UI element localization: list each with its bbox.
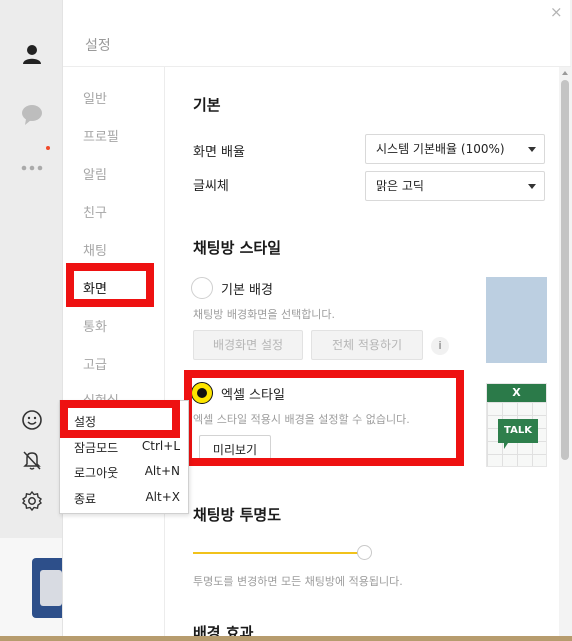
emoticon-icon[interactable] xyxy=(18,406,46,434)
zoom-label: 화면 배율 xyxy=(193,145,245,160)
sidebar-item-friends[interactable]: 친구 xyxy=(83,202,107,221)
scrollbar-thumb[interactable] xyxy=(561,80,569,460)
excel-style-preview: X TALK xyxy=(486,383,547,467)
app-root: 설정 × 일반 프로필 알림 친구 채팅 화면 통화 고급 실험실 기본 화면 … xyxy=(0,0,572,641)
transparency-desc: 투명도를 변경하면 모든 채팅방에 적용됩니다. xyxy=(193,575,403,588)
menu-item-lock-shortcut: Ctrl+L xyxy=(141,439,180,453)
section-bg-effect-title: 배경 효과 xyxy=(193,624,254,636)
font-select[interactable]: 맑은 고딕 xyxy=(365,171,545,201)
chevron-down-icon xyxy=(528,184,536,189)
settings-window: 설정 × 일반 프로필 알림 친구 채팅 화면 통화 고급 실험실 기본 화면 … xyxy=(62,0,571,636)
sidebar-item-call[interactable]: 통화 xyxy=(83,316,107,335)
more-icon[interactable] xyxy=(18,154,46,182)
chat-icon[interactable] xyxy=(18,100,46,128)
annotation-box-settings-menu xyxy=(60,400,180,438)
sidebar-item-general[interactable]: 일반 xyxy=(83,88,107,107)
zoom-select[interactable]: 시스템 기본배율 (100%) xyxy=(365,134,545,164)
menu-item-logout-shortcut: Alt+N xyxy=(144,464,180,478)
transparency-slider-track[interactable] xyxy=(193,552,365,554)
menu-item-logout[interactable]: 로그아웃 Alt+N xyxy=(74,464,180,481)
section-transparency-title: 채팅방 투명도 xyxy=(193,506,282,524)
gear-icon[interactable] xyxy=(18,487,46,515)
taskbar-strip xyxy=(0,636,572,641)
section-basic-title: 기본 xyxy=(193,96,221,114)
menu-item-exit-shortcut: Alt+X xyxy=(145,490,180,504)
zoom-select-value: 시스템 기본배율 (100%) xyxy=(376,142,505,156)
annotation-box-excel-style xyxy=(184,370,464,466)
font-select-value: 맑은 고딕 xyxy=(376,179,424,193)
sidebar-item-chat[interactable]: 채팅 xyxy=(83,240,107,259)
font-label: 글씨체 xyxy=(193,179,229,194)
apply-all-button[interactable]: 전체 적용하기 xyxy=(311,330,423,360)
sidebar-item-notification[interactable]: 알림 xyxy=(83,164,107,183)
notification-dot-icon xyxy=(46,146,50,150)
alarm-off-icon[interactable] xyxy=(18,446,46,474)
app-rail xyxy=(0,0,62,641)
sidebar-item-profile[interactable]: 프로필 xyxy=(83,126,119,145)
scroll-up-icon[interactable] xyxy=(562,71,568,75)
excel-badge: X xyxy=(487,384,546,402)
talk-badge: TALK xyxy=(498,419,538,449)
settings-content: 기본 화면 배율 시스템 기본배율 (100%) 글씨체 맑은 고딕 채팅방 스… xyxy=(165,67,559,636)
settings-sidebar: 일반 프로필 알림 친구 채팅 화면 통화 고급 실험실 xyxy=(63,67,165,636)
transparency-slider-knob[interactable] xyxy=(357,545,372,560)
annotation-box-display xyxy=(66,263,154,307)
default-bg-label: 기본 배경 xyxy=(221,283,273,298)
default-bg-radio[interactable] xyxy=(191,277,213,299)
set-bg-button[interactable]: 배경화면 설정 xyxy=(193,330,303,360)
default-bg-preview xyxy=(486,277,547,363)
menu-item-lock[interactable]: 잠금모드 Ctrl+L xyxy=(74,439,180,456)
menu-item-lock-label: 잠금모드 xyxy=(74,441,119,455)
profile-thumbnail[interactable] xyxy=(32,558,62,618)
info-icon[interactable]: i xyxy=(431,337,449,355)
chevron-down-icon xyxy=(528,147,536,152)
sidebar-item-advanced[interactable]: 고급 xyxy=(83,354,107,373)
menu-item-exit-label: 종료 xyxy=(74,492,97,506)
window-title: 설정 xyxy=(85,38,111,54)
menu-item-exit[interactable]: 종료 Alt+X xyxy=(74,490,180,507)
close-icon[interactable]: × xyxy=(550,4,563,20)
menu-item-logout-label: 로그아웃 xyxy=(74,466,119,480)
friends-icon[interactable] xyxy=(18,40,46,68)
section-chat-style-title: 채팅방 스타일 xyxy=(193,239,282,257)
default-bg-desc: 채팅방 배경화면을 선택합니다. xyxy=(193,308,336,321)
